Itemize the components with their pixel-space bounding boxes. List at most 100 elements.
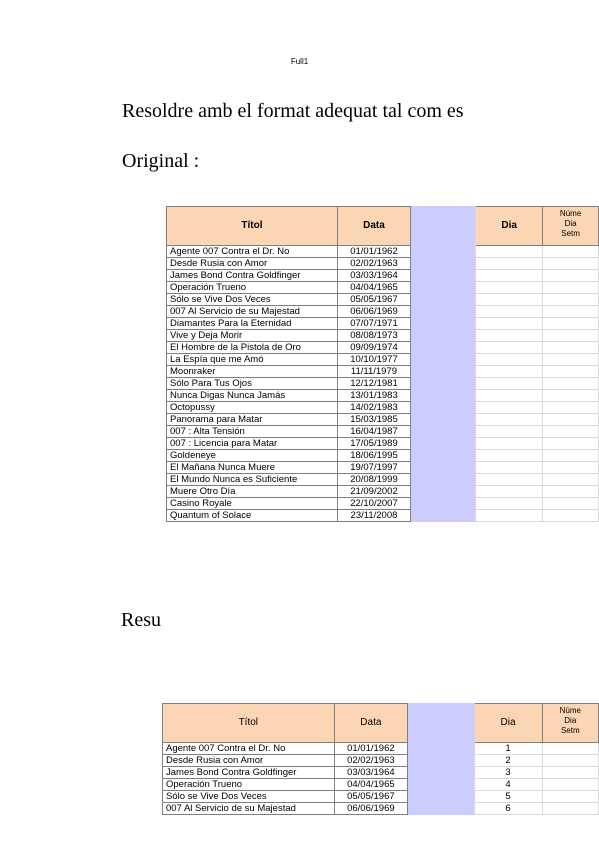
header-blank	[407, 703, 475, 743]
cell-titol: La Espía que me Amó	[166, 353, 338, 366]
cell-titol: Sólo Para Tus Ojos	[166, 377, 338, 390]
result-label: Resu	[121, 609, 161, 631]
cell-titol: 007 Al Servicio de su Majestad	[162, 802, 335, 815]
cell-dia	[475, 341, 544, 354]
cell-numero-dia-setmana	[542, 413, 599, 426]
header-dia: Dia	[473, 703, 543, 743]
cell-titol: 007 : Licencia para Matar	[166, 437, 338, 450]
cell-blank	[410, 341, 477, 354]
cell-blank	[410, 281, 477, 294]
cell-data: 13/01/1983	[336, 389, 412, 402]
cell-dia	[475, 281, 544, 294]
table-row: Agente 007 Contra el Dr. No 01/01/1962 1	[162, 742, 599, 755]
cell-dia	[475, 293, 544, 306]
table-row: Quantum of Solace 23/11/2008	[166, 509, 599, 522]
cell-numero-dia-setmana	[542, 329, 599, 342]
cell-blank	[407, 766, 475, 779]
cell-titol: James Bond Contra Goldfinger	[166, 269, 338, 282]
cell-dia	[475, 509, 544, 522]
cell-data: 08/08/1973	[336, 329, 412, 342]
cell-data: 23/11/2008	[336, 509, 412, 522]
cell-titol: Sólo se Vive Dos Veces	[166, 293, 338, 306]
cell-titol: Desde Rusia con Amor	[166, 257, 338, 270]
cell-data: 04/04/1965	[336, 281, 412, 294]
cell-blank	[410, 461, 477, 474]
cell-data: 10/10/1977	[336, 353, 412, 366]
cell-dia	[475, 365, 544, 378]
cell-data: 22/10/2007	[336, 497, 412, 510]
original-table-body: Agente 007 Contra el Dr. No 01/01/1962 Des…	[166, 245, 599, 522]
cell-numero-dia-setmana	[542, 281, 599, 294]
cell-blank	[410, 257, 477, 270]
cell-titol: Octopussy	[166, 401, 338, 414]
cell-dia: 6	[473, 802, 543, 815]
cell-dia	[475, 497, 544, 510]
cell-blank	[407, 790, 475, 803]
cell-numero-dia-setmana	[542, 497, 599, 510]
cell-blank	[410, 317, 477, 330]
header-blank	[410, 206, 477, 246]
table-row: El Mundo Nunca es Suficiente 20/08/1999	[166, 473, 599, 486]
cell-dia	[475, 485, 544, 498]
cell-data: 09/09/1974	[336, 341, 412, 354]
cell-dia	[475, 257, 544, 270]
cell-data: 06/06/1969	[333, 802, 409, 815]
cell-blank	[410, 377, 477, 390]
cell-numero-dia-setmana	[542, 389, 599, 402]
table-row: Nunca Digas Nunca Jamás 13/01/1983	[166, 389, 599, 402]
cell-data: 07/07/1971	[336, 317, 412, 330]
table-row: Sólo Para Tus Ojos 12/12/1981	[166, 377, 599, 390]
header-num-line3: Setm	[560, 726, 580, 735]
table-row: 007 Al Servicio de su Majestad 06/06/1969	[166, 305, 599, 318]
result-table-body: Agente 007 Contra el Dr. No 01/01/1962 1 De…	[162, 742, 599, 815]
cell-titol: Sólo se Vive Dos Veces	[162, 790, 335, 803]
cell-numero-dia-setmana	[542, 509, 599, 522]
cell-blank	[410, 245, 477, 258]
header-num-line1: Núme	[559, 209, 582, 218]
cell-titol: El Mañana Nunca Muere	[166, 461, 338, 474]
cell-titol: El Hombre de la Pistola de Oro	[166, 341, 338, 354]
cell-blank	[410, 473, 477, 486]
cell-blank	[410, 305, 477, 318]
cell-data: 03/03/1964	[336, 269, 412, 282]
cell-dia: 4	[473, 778, 543, 791]
cell-numero-dia-setmana	[542, 305, 599, 318]
cell-titol: Desde Rusia con Amor	[162, 754, 335, 767]
header-num-line3: Setm	[561, 229, 580, 238]
cell-data: 20/08/1999	[336, 473, 412, 486]
cell-data: 17/05/1989	[336, 437, 412, 450]
cell-numero-dia-setmana	[542, 473, 599, 486]
cell-numero-dia-setmana	[542, 353, 599, 366]
cell-blank	[410, 485, 477, 498]
table-row: Desde Rusia con Amor 02/02/1963 2	[162, 754, 599, 767]
cell-numero-dia-setmana	[542, 377, 599, 390]
header-titol: Títol	[162, 703, 335, 743]
table-row: Agente 007 Contra el Dr. No 01/01/1962	[166, 245, 599, 258]
cell-titol: James Bond Contra Goldfinger	[162, 766, 335, 779]
cell-titol: Muere Otro Día	[166, 485, 338, 498]
cell-data: 01/01/1962	[333, 742, 409, 755]
cell-data: 16/04/1987	[336, 425, 412, 438]
cell-numero-dia-setmana	[541, 742, 599, 755]
cell-data: 04/04/1965	[333, 778, 409, 791]
table-row: Goldeneye 18/06/1995	[166, 449, 599, 462]
cell-titol: Casino Royale	[166, 497, 338, 510]
cell-titol: 007 Al Servicio de su Majestad	[166, 305, 338, 318]
table-row: James Bond Contra Goldfinger 03/03/1964	[166, 269, 599, 282]
cell-numero-dia-setmana	[542, 341, 599, 354]
cell-numero-dia-setmana	[541, 790, 599, 803]
table-row: 007 : Alta Tensión 16/04/1987	[166, 425, 599, 438]
header-numero-dia-setmana: Núme Dia Setm	[542, 206, 599, 246]
cell-blank	[410, 497, 477, 510]
cell-blank	[407, 754, 475, 767]
cell-dia	[475, 353, 544, 366]
header-titol: Títol	[166, 206, 338, 246]
cell-blank	[410, 389, 477, 402]
cell-data: 02/02/1963	[336, 257, 412, 270]
header-data: Data	[333, 703, 409, 743]
header-numero-dia-setmana: Núme Dia Setm	[541, 703, 599, 743]
table-row: Diamantes Para la Eternidad 07/07/1971	[166, 317, 599, 330]
table-row: Muere Otro Día 21/09/2002	[166, 485, 599, 498]
cell-dia	[475, 473, 544, 486]
cell-data: 18/06/1995	[336, 449, 412, 462]
